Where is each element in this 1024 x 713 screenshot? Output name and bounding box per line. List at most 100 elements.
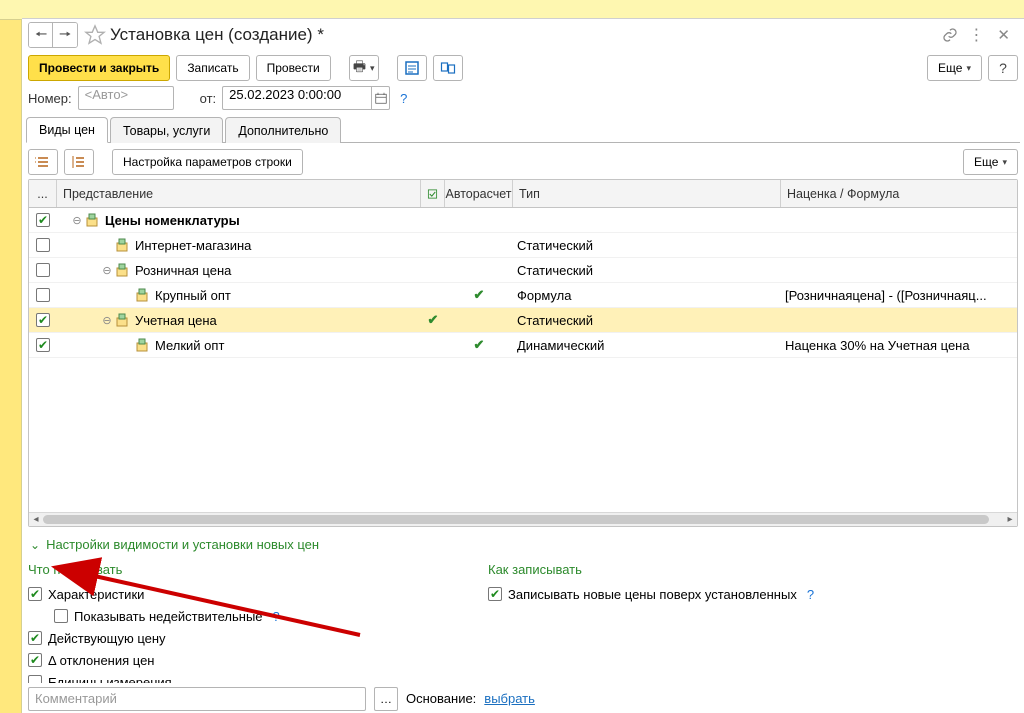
row-checkbox[interactable] <box>36 338 50 352</box>
table-row[interactable]: ⊖Цены номенклатуры <box>29 208 1017 233</box>
date-help-icon[interactable]: ? <box>400 91 407 106</box>
kebab-menu-icon[interactable]: ⋮ <box>967 26 985 44</box>
row-markup <box>781 233 1017 257</box>
favorite-star-icon[interactable] <box>84 24 106 46</box>
tab-extra[interactable]: Дополнительно <box>225 117 341 143</box>
number-label: Номер: <box>28 91 72 106</box>
nav-forward-button[interactable]: 🠖 <box>53 23 77 47</box>
post-button[interactable]: Провести <box>256 55 331 81</box>
what-to-show-title: Что показывать <box>28 562 468 577</box>
collapse-tree-button[interactable] <box>28 149 58 175</box>
help-overwrite-icon[interactable]: ? <box>807 587 814 602</box>
col-name[interactable]: Представление <box>57 180 421 207</box>
lbl-show-invalid: Показывать недействительные <box>74 609 263 624</box>
col-markup[interactable]: Наценка / Формула <box>781 180 1017 207</box>
report-button[interactable] <box>397 55 427 81</box>
price-type-icon <box>115 237 131 253</box>
row-cfg <box>421 233 445 257</box>
price-type-icon <box>115 262 131 278</box>
link-icon[interactable] <box>941 26 959 44</box>
scrollbar-right-arrow[interactable]: ▸ <box>1003 513 1017 526</box>
chk-delta[interactable] <box>28 653 42 667</box>
tab-goods[interactable]: Товары, услуги <box>110 117 223 143</box>
main-toolbar: Провести и закрыть Записать Провести 🖶 ▾… <box>22 51 1024 85</box>
table-row[interactable]: Интернет-магазина Статический <box>29 233 1017 258</box>
base-select-link[interactable]: выбрать <box>484 691 535 706</box>
tree-collapse-icon[interactable]: ⊖ <box>71 214 83 227</box>
comment-input[interactable]: Комментарий <box>28 687 366 711</box>
row-type: Динамический <box>513 333 781 357</box>
date-input[interactable]: 25.02.2023 0:00:00 <box>222 86 372 110</box>
tab-price-types[interactable]: Виды цен <box>26 117 108 143</box>
row-auto <box>445 258 513 282</box>
print-button[interactable]: 🖶 ▾ <box>349 55 379 81</box>
tree-collapse-icon[interactable]: ⊖ <box>101 314 113 327</box>
document-title: Установка цен (создание) * <box>110 25 324 45</box>
price-type-icon <box>115 312 131 328</box>
save-button[interactable]: Записать <box>176 55 249 81</box>
col-check[interactable]: ... <box>29 180 57 207</box>
tree-collapse-icon[interactable]: ⊖ <box>101 264 113 277</box>
col-cfg[interactable] <box>421 180 445 207</box>
more-menu-button[interactable]: Еще ▾ <box>927 55 982 81</box>
expand-tree-button[interactable] <box>64 149 94 175</box>
row-checkbox[interactable] <box>36 288 50 302</box>
calendar-icon[interactable] <box>372 86 390 110</box>
date-from-label: от: <box>200 91 217 106</box>
lbl-current-price: Действующую цену <box>48 631 166 646</box>
grid-hscrollbar[interactable]: ◂ ▸ <box>29 512 1017 526</box>
close-icon[interactable]: ✕ <box>993 26 1014 44</box>
row-markup <box>781 258 1017 282</box>
table-row[interactable]: ⊖Розничная ценаСтатический <box>29 258 1017 283</box>
number-input[interactable]: <Авто> <box>78 86 174 110</box>
chk-current-price[interactable] <box>28 631 42 645</box>
grid-more-button[interactable]: Еще ▾ <box>963 149 1018 175</box>
table-row[interactable]: ⊖Учетная цена✔Статический <box>29 308 1017 333</box>
grid-body: ⊖Цены номенклатуры Интернет-магазина Стати… <box>29 208 1017 512</box>
how-to-save-section: Как записывать Записывать новые цены пов… <box>488 558 928 693</box>
row-cfg <box>421 283 445 307</box>
visibility-settings-header[interactable]: ⌄ Настройки видимости и установки новых … <box>22 527 1024 558</box>
row-settings-button[interactable]: Настройка параметров строки <box>112 149 303 175</box>
row-markup <box>781 308 1017 332</box>
row-type <box>513 208 781 232</box>
table-row[interactable]: Мелкий опт✔ДинамическийНаценка 30% на Уч… <box>29 333 1017 358</box>
chk-overwrite-prices[interactable] <box>488 587 502 601</box>
help-button[interactable]: ? <box>988 55 1018 81</box>
scrollbar-thumb[interactable] <box>43 515 989 524</box>
row-name: Интернет-магазина <box>135 238 251 253</box>
col-auto[interactable]: Авторасчет <box>445 180 513 207</box>
linked-docs-button[interactable] <box>433 55 463 81</box>
chk-characteristics[interactable] <box>28 587 42 601</box>
row-cfg <box>421 258 445 282</box>
row-checkbox[interactable] <box>36 313 50 327</box>
nav-buttons: 🠔 🠖 <box>28 22 78 48</box>
row-auto <box>445 233 513 257</box>
what-to-show-section: Что показывать Характеристики Показывать… <box>28 558 468 693</box>
price-type-icon <box>85 212 101 228</box>
lbl-characteristics: Характеристики <box>48 587 144 602</box>
row-checkbox[interactable] <box>36 238 50 252</box>
comment-select-button[interactable]: … <box>374 687 398 711</box>
row-name: Учетная цена <box>135 313 217 328</box>
scrollbar-left-arrow[interactable]: ◂ <box>29 513 43 526</box>
row-checkbox[interactable] <box>36 213 50 227</box>
col-type[interactable]: Тип <box>513 180 781 207</box>
row-checkbox[interactable] <box>36 263 50 277</box>
row-cfg <box>421 333 445 357</box>
row-markup: [Розничнаяцена] - ([Розничнаяц... <box>781 283 1017 307</box>
chevron-down-icon: ⌄ <box>30 538 40 552</box>
table-row[interactable]: Крупный опт✔Формула[Розничнаяцена] - ([Р… <box>29 283 1017 308</box>
title-tools: ⋮ ✕ <box>941 26 1018 44</box>
row-type: Статический <box>513 233 781 257</box>
grid-toolbar: Настройка параметров строки Еще ▾ <box>22 143 1024 179</box>
row-auto <box>445 308 513 332</box>
post-and-close-button[interactable]: Провести и закрыть <box>28 55 170 81</box>
row-type: Статический <box>513 308 781 332</box>
base-label: Основание: <box>406 691 476 706</box>
row-name: Розничная цена <box>135 263 231 278</box>
app-top-strip <box>0 0 1024 20</box>
chk-show-invalid[interactable] <box>54 609 68 623</box>
help-show-invalid-icon[interactable]: ? <box>273 609 280 624</box>
nav-back-button[interactable]: 🠔 <box>29 23 53 47</box>
